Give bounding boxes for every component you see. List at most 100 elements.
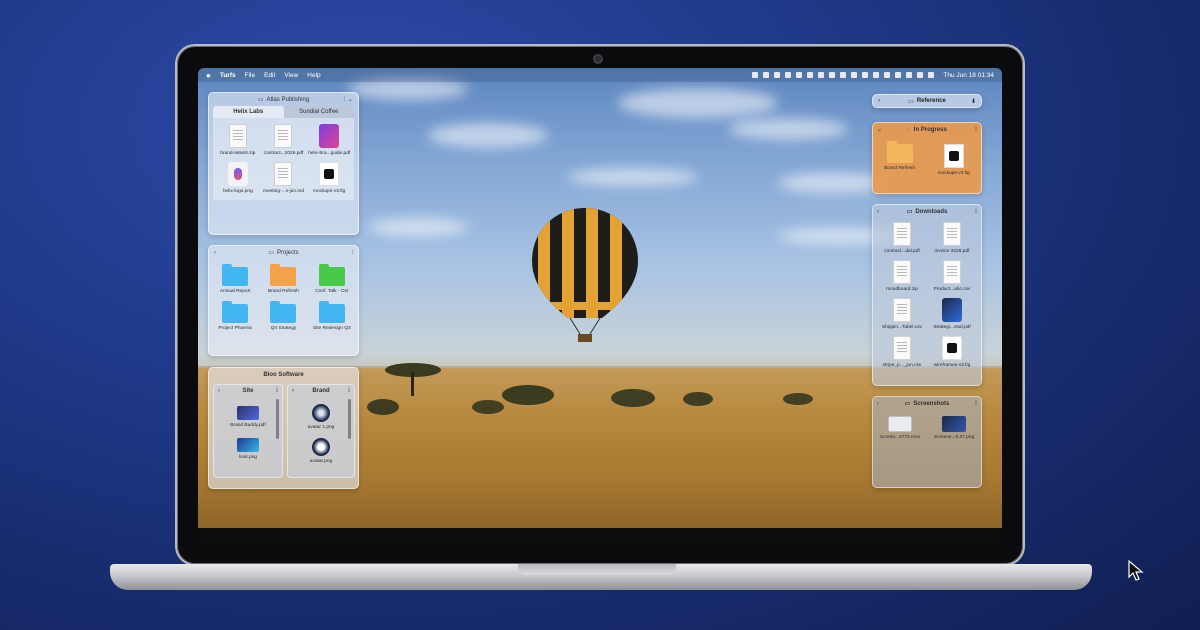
apple-icon[interactable]: ● (206, 71, 211, 80)
site-subshelf[interactable]: ‹ Site ⁞ Brand Buddy.pdf look.png (213, 384, 283, 478)
more-icon[interactable]: ⁞ (975, 401, 977, 407)
file-item[interactable]: meeting-...s-jun.md (261, 162, 307, 194)
chevron-left-icon[interactable]: ‹ (214, 250, 216, 256)
more-icon[interactable]: ⁞ (276, 388, 278, 394)
status-icon[interactable] (862, 72, 869, 78)
file-item[interactable]: contract...2026.pdf (261, 124, 307, 156)
file-item[interactable]: moodboard.zip (877, 260, 927, 292)
file-item[interactable]: contract...dal.pdf (877, 222, 927, 254)
shelf-header[interactable]: ‹ ▭ Downloads ⁞ (873, 205, 981, 218)
file-label: avatar 1.png (307, 425, 335, 430)
status-icon[interactable] (840, 72, 847, 78)
folder-item[interactable]: Q4 Strategy (259, 301, 307, 331)
screenshots-shelf[interactable]: ‹ ▭ Screenshots ⁞ Screen...2772.mov Scre… (872, 396, 982, 488)
file-item[interactable]: invoice 2026.pdf (927, 222, 977, 254)
file-item[interactable]: Screen...2772.mov (880, 416, 920, 440)
file-label: invoice 2026.pdf (934, 249, 970, 254)
file-item[interactable]: Screens...6.37.png (934, 416, 974, 440)
folder-item[interactable]: Project Phoenix (211, 301, 259, 331)
in-progress-shelf[interactable]: ⌄ ◌ In Progress ⁞ Brand Refresh mockups-… (872, 122, 982, 194)
status-icon[interactable] (851, 72, 858, 78)
menu-clock[interactable]: Thu Jun 18 01:34 (943, 72, 994, 79)
shelf-header[interactable]: ‹ ▭ Screenshots ⁞ (873, 397, 981, 410)
folder-item[interactable]: Conf. Talk - Oct (308, 264, 356, 294)
file-label: helix-bra...guide.pdf (308, 151, 351, 156)
figma-file-icon (942, 336, 962, 360)
scrollbar[interactable] (276, 399, 279, 439)
chevron-left-icon[interactable]: ‹ (877, 401, 879, 407)
file-item[interactable]: Product...abc.csv (927, 260, 977, 292)
menu-app-name[interactable]: Turfs (220, 72, 236, 79)
control-center-icon[interactable] (928, 72, 935, 78)
status-icon[interactable] (785, 72, 792, 78)
tab-sundial-coffee[interactable]: Sundial Coffee (283, 106, 354, 118)
menu-file[interactable]: File (245, 72, 255, 79)
folder-item[interactable]: Annual Report (211, 264, 259, 294)
status-icon[interactable] (873, 72, 880, 78)
chevron-down-icon[interactable]: ⌄ (877, 126, 882, 133)
wifi-icon[interactable] (917, 72, 924, 78)
status-icon[interactable] (752, 72, 759, 78)
folder-label: Annual Report (219, 289, 251, 294)
file-item[interactable]: Brand Buddy.pdf (214, 406, 282, 428)
status-icon[interactable] (884, 72, 891, 78)
more-icon[interactable]: ⁞ (348, 388, 350, 394)
status-icon[interactable] (818, 72, 825, 78)
shelf-header[interactable]: ‹ ▭ Projects ⁞ (209, 246, 358, 259)
scrollbar[interactable] (348, 399, 351, 439)
folder-label: Conf. Talk - Oct (315, 289, 349, 294)
status-icon[interactable] (829, 72, 836, 78)
file-item[interactable]: helix-logo.png (215, 162, 261, 194)
file-item[interactable]: avatar 1.png (288, 404, 354, 430)
reference-shelf[interactable]: › ▭ Reference ⬇ (872, 94, 982, 108)
projects-shelf[interactable]: ‹ ▭ Projects ⁞ Annual Report Brand Refre… (208, 245, 359, 356)
shelf-header[interactable]: ⌄ ◌ In Progress ⁞ (873, 123, 981, 136)
pin-icon[interactable]: ⁞ (343, 97, 345, 103)
chevron-left-icon[interactable]: ‹ (292, 388, 294, 394)
status-icon[interactable] (763, 72, 770, 78)
file-item[interactable]: stripe_p..._jun.csv (877, 336, 927, 368)
folder-item[interactable]: Brand Refresh (884, 141, 915, 176)
status-icon[interactable] (895, 72, 902, 78)
file-item[interactable]: helix-bra...guide.pdf (306, 124, 352, 156)
atlas-publishing-shelf[interactable]: ▭ Atlas Publishing ⌄ ⁞ Helix Labs Sundia… (208, 92, 359, 235)
status-icon[interactable] (807, 72, 814, 78)
menu-view[interactable]: View (284, 72, 298, 79)
more-icon[interactable]: ⁞ (975, 127, 977, 133)
zip-file-icon (228, 124, 247, 148)
chevron-left-icon[interactable]: ‹ (877, 209, 879, 215)
pin-icon[interactable]: ⬇ (971, 98, 976, 105)
folder-item[interactable]: Site Redesign Q3 (308, 301, 356, 331)
status-icon[interactable] (774, 72, 781, 78)
file-item[interactable]: look.png (214, 438, 282, 460)
file-label: Shippin...Tabel.csv (882, 325, 922, 330)
file-item[interactable]: wireframes-v3.fig (927, 336, 977, 368)
menu-help[interactable]: Help (307, 72, 320, 79)
chevron-right-icon[interactable]: › (878, 98, 880, 104)
status-icon[interactable] (796, 72, 803, 78)
shelf-title: Reference (916, 98, 946, 104)
subshelf-header[interactable]: ‹ Site ⁞ (214, 385, 282, 396)
image-file-icon (941, 416, 966, 432)
file-item[interactable]: mockups-v3.fig (938, 144, 970, 176)
subshelf-header[interactable]: ‹ Brand ⁞ (288, 385, 354, 396)
chevron-down-icon[interactable]: ⌄ (348, 96, 353, 103)
shelf-title: Projects (276, 249, 299, 256)
chevron-left-icon[interactable]: ‹ (218, 388, 220, 394)
folder-item[interactable]: Brand Refresh (259, 264, 307, 294)
tab-helix-labs[interactable]: Helix Labs (213, 106, 284, 118)
more-icon[interactable]: ⁞ (351, 250, 353, 256)
downloads-shelf[interactable]: ‹ ▭ Downloads ⁞ contract...dal.pdf invoi… (872, 204, 982, 386)
file-item[interactable]: brand-assets.zip (215, 124, 261, 156)
file-item[interactable]: avatar.png (288, 438, 354, 464)
shelf-header[interactable]: Bloo Software (209, 368, 358, 381)
brand-subshelf[interactable]: ‹ Brand ⁞ avatar 1.png avatar.png (287, 384, 355, 478)
bloo-software-shelf[interactable]: Bloo Software ‹ Site ⁞ Brand Buddy.pdf l… (208, 367, 359, 489)
more-icon[interactable]: ⁞ (975, 209, 977, 215)
file-item[interactable]: Strategi...osal.pdf (927, 298, 977, 330)
shelf-header[interactable]: ▭ Atlas Publishing ⌄ ⁞ (209, 93, 358, 106)
file-item[interactable]: Shippin...Tabel.csv (877, 298, 927, 330)
menu-edit[interactable]: Edit (264, 72, 275, 79)
status-icon[interactable] (906, 72, 913, 78)
file-item[interactable]: mockups-v3.fig (306, 162, 352, 194)
